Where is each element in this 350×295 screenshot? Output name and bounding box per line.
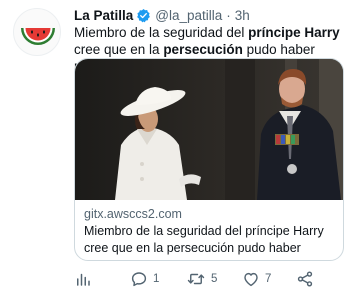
tweet-text-part: pudo haber (242, 42, 315, 57)
tweet-text-part: Miembro de la seguridad del (74, 25, 249, 40)
watermelon-logo-icon (21, 28, 55, 45)
share-icon (296, 270, 314, 288)
like-count: 7 (265, 273, 272, 285)
reply-count: 1 (153, 273, 160, 285)
avatar[interactable] (13, 8, 61, 56)
retweet-button[interactable]: 5 (186, 268, 217, 290)
link-card[interactable]: gitx.awsccs2.com Miembro de la seguridad… (74, 58, 344, 261)
tweet-text-part: cree que en la (74, 42, 164, 57)
reply-button[interactable]: 1 (130, 268, 159, 290)
link-card-image[interactable] (75, 59, 343, 200)
author-handle[interactable]: @la_patilla (155, 8, 222, 23)
tweet[interactable]: La Patilla @la_patilla · 3h Miembro de l… (0, 0, 350, 295)
tweet-text-bold: príncipe Harry (248, 25, 340, 40)
heart-icon (242, 270, 260, 288)
author-name[interactable]: La Patilla (74, 8, 133, 23)
link-card-domain: gitx.awsccs2.com (84, 207, 182, 221)
tweet-actions: 1 5 7 (74, 268, 344, 290)
link-card-title: Miembro de la seguridad del príncipe Har… (84, 224, 324, 260)
analytics-button[interactable] (74, 268, 92, 290)
verified-badge-icon (136, 8, 151, 23)
share-button[interactable] (296, 268, 314, 290)
tweet-timestamp[interactable]: 3h (235, 8, 250, 23)
tweet-header: La Patilla @la_patilla · 3h (74, 6, 250, 24)
separator-dot: · (226, 7, 231, 23)
tweet-text-bold: persecución (163, 42, 243, 57)
retweet-count: 5 (211, 273, 218, 285)
reply-icon (130, 270, 148, 288)
analytics-icon (74, 270, 92, 288)
like-button[interactable]: 7 (242, 268, 271, 290)
retweet-icon (186, 270, 206, 288)
